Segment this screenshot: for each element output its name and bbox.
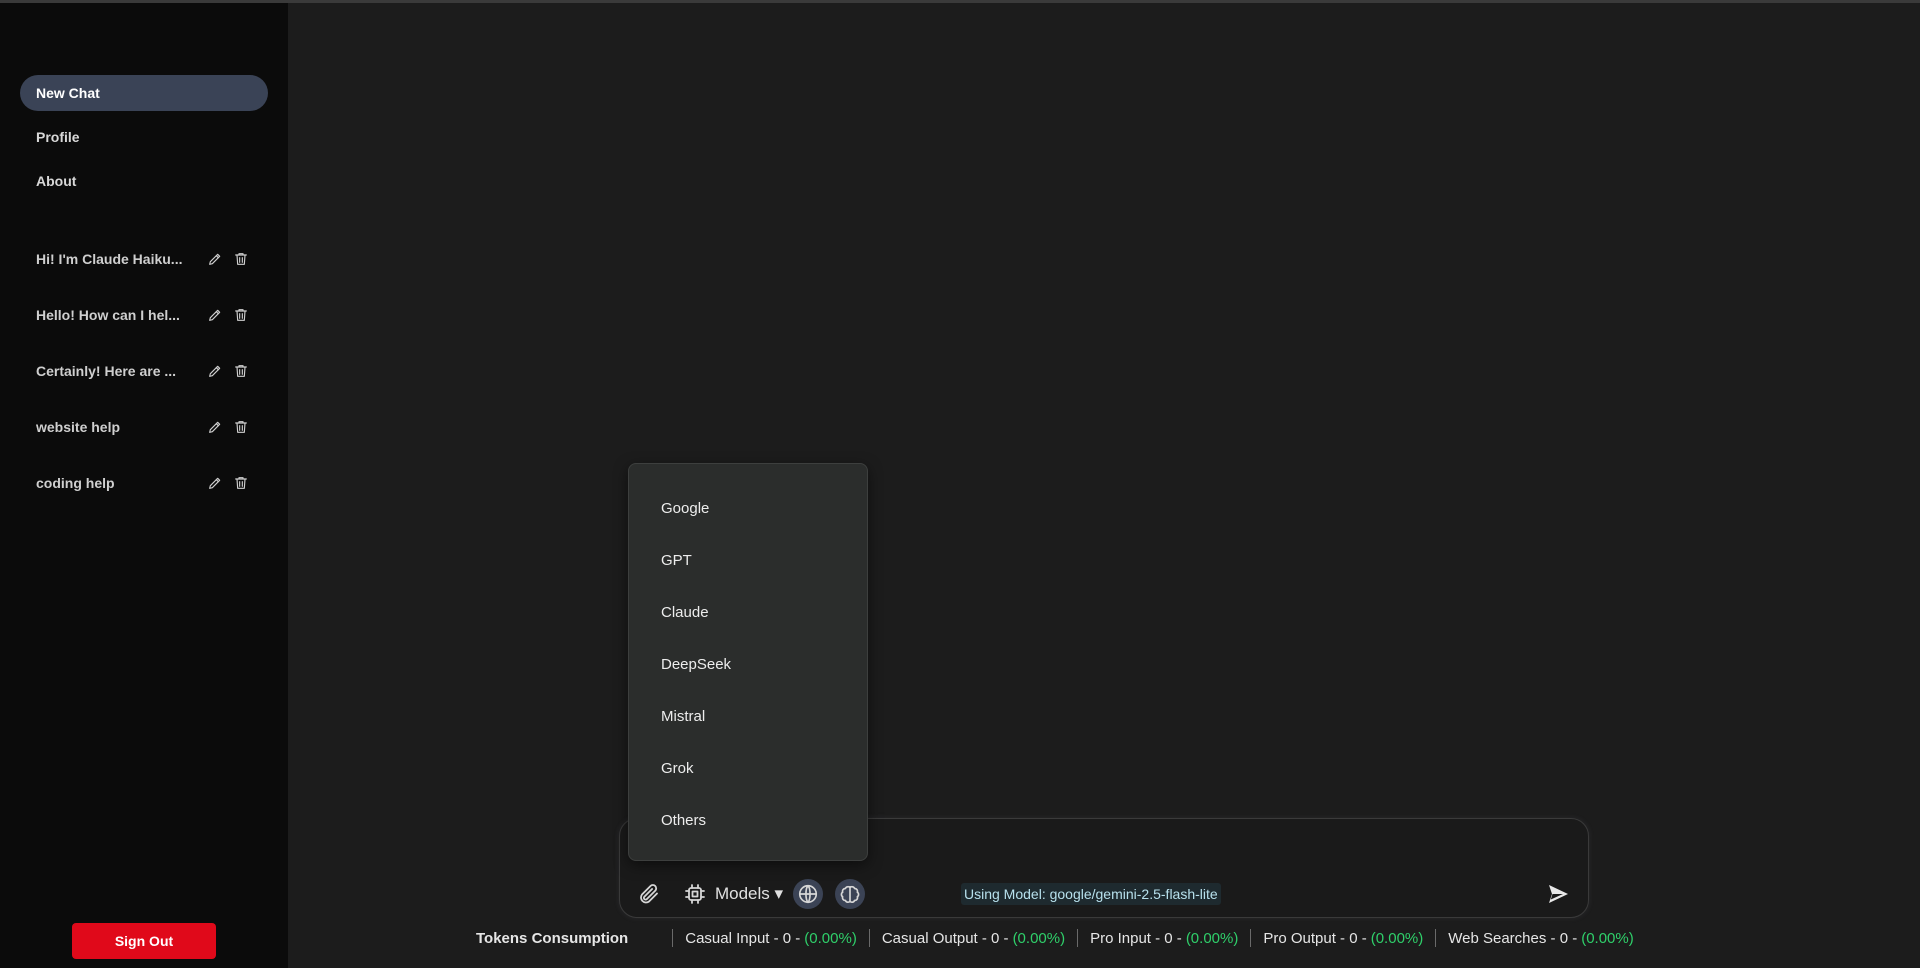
sign-out-button[interactable]: Sign Out [72,923,216,959]
trash-icon[interactable] [232,306,250,324]
nav-about[interactable]: About [20,163,268,199]
divider [1435,929,1437,947]
divider [1250,929,1252,947]
chat-history-item[interactable]: Hi! I'm Claude Haiku... [20,241,268,277]
pencil-icon[interactable] [206,474,224,492]
model-option-deepseek[interactable]: DeepSeek [629,638,867,690]
token-stat-percent: (0.00%) [1012,929,1066,947]
pencil-icon[interactable] [206,306,224,324]
chat-title: Hi! I'm Claude Haiku... [36,251,183,267]
chip-icon [685,884,705,904]
send-icon [1549,885,1568,903]
token-stat-label: Casual Output - 0 - [881,929,1009,947]
pencil-icon[interactable] [206,250,224,268]
model-option-google[interactable]: Google [629,482,867,534]
token-stat-casual-input: Casual Input - 0 - (0.00%) [685,930,857,947]
token-stat-pro-output: Pro Output - 0 - (0.00%) [1263,930,1423,947]
token-stat-label: Web Searches - 0 - [1448,929,1578,947]
trash-icon[interactable] [232,250,250,268]
divider [868,929,870,947]
chat-title: Certainly! Here are ... [36,363,177,379]
reasoning-toggle[interactable] [835,879,865,909]
token-stat-percent: (0.00%) [1581,929,1634,947]
token-consumption-heading: Tokens Consumption [476,929,629,947]
globe-icon [798,884,818,904]
model-option-grok[interactable]: Grok [629,742,867,794]
models-label: Models ▾ [714,884,784,903]
token-stat-casual-output: Casual Output - 0 - (0.00%) [882,930,1065,947]
divider [1077,929,1079,947]
sidebar: New Chat Profile About Hi! I'm Claude Ha… [0,3,288,968]
pencil-icon[interactable] [206,418,224,436]
token-stat-percent: (0.00%) [1370,929,1424,947]
chat-title: coding help [36,475,115,491]
nav-profile[interactable]: Profile [20,119,268,155]
trash-icon[interactable] [232,418,250,436]
token-stat-label: Pro Input - 0 - [1090,929,1182,947]
trash-icon[interactable] [232,474,250,492]
pencil-icon[interactable] [206,362,224,380]
models-button[interactable]: Models ▾ [678,879,788,909]
brain-icon [840,885,860,904]
token-stat-label: Pro Output - 0 - [1263,929,1367,947]
chat-title: website help [36,419,121,435]
attach-button[interactable] [634,879,664,909]
web-search-toggle[interactable] [793,879,823,909]
nav-new-chat-label: New Chat [36,85,100,101]
chat-history-item[interactable]: coding help [20,465,268,501]
models-dropdown: Google GPT Claude DeepSeek Mistral Grok … [628,463,868,861]
token-stat-percent: (0.00%) [804,929,857,947]
send-button[interactable] [1540,879,1576,909]
current-model-label: Using Model: google/gemini-2.5-flash-lit… [961,883,1221,905]
chat-history-item[interactable]: Hello! How can I hel... [20,297,268,333]
top-border [0,0,1920,3]
nav-about-label: About [36,173,77,189]
nav-profile-label: Profile [36,129,80,145]
token-stat-label: Casual Input - 0 - [685,929,801,947]
chat-history-item[interactable]: website help [20,409,268,445]
trash-icon[interactable] [232,362,250,380]
token-stat-web-searches: Web Searches - 0 - (0.00%) [1448,930,1633,947]
token-stat-pro-input: Pro Input - 0 - (0.00%) [1090,930,1238,947]
model-option-others[interactable]: Others [629,794,867,846]
divider [672,929,674,947]
paperclip-icon [640,884,658,904]
model-option-claude[interactable]: Claude [629,586,867,638]
token-consumption-bar: Tokens Consumption Casual Input - 0 - (0… [476,928,1634,948]
model-option-gpt[interactable]: GPT [629,534,867,586]
chat-history-item[interactable]: Certainly! Here are ... [20,353,268,389]
model-option-mistral[interactable]: Mistral [629,690,867,742]
chat-title: Hello! How can I hel... [36,307,180,323]
nav-new-chat[interactable]: New Chat [20,75,268,111]
token-stat-percent: (0.00%) [1185,929,1239,947]
